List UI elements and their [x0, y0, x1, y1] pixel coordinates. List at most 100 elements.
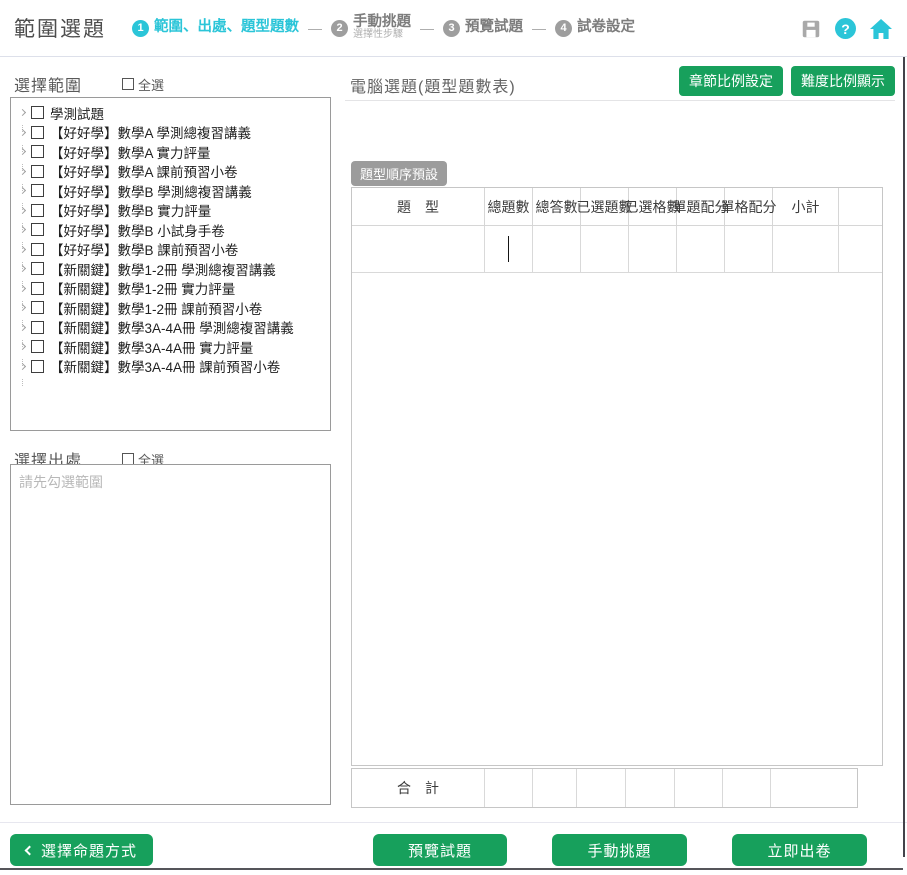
- table-input-cell[interactable]: [352, 226, 485, 273]
- step-badge: 3: [443, 20, 460, 37]
- home-icon[interactable]: [869, 18, 893, 40]
- tree-item-checkbox[interactable]: [31, 262, 44, 275]
- total-value-cell: [533, 769, 577, 807]
- tree-item-checkbox[interactable]: [31, 321, 44, 334]
- ratio-buttons: 章節比例設定 難度比例顯示: [679, 66, 895, 96]
- tree-item[interactable]: 【新關鍵】數學1-2冊 實力評量: [15, 279, 330, 299]
- range-section-header: 選擇範圍 全選: [14, 72, 164, 96]
- tree-item-checkbox[interactable]: [31, 165, 44, 178]
- table-header-cell: 總答數: [533, 188, 581, 226]
- preview-questions-button[interactable]: 預覽試題: [373, 834, 507, 866]
- table-input-cell[interactable]: [839, 226, 882, 273]
- tree-item[interactable]: 【好好學】數學A 學測總複習講義: [15, 123, 330, 143]
- expand-chevron-icon[interactable]: [15, 266, 30, 271]
- range-tree[interactable]: 學測試題【好好學】數學A 學測總複習講義【好好學】數學A 實力評量【好好學】數學…: [10, 97, 331, 431]
- tree-item[interactable]: 【好好學】數學B 實力評量: [15, 201, 330, 221]
- generate-exam-button[interactable]: 立即出卷: [732, 834, 867, 866]
- tree-item-label: 【新關鍵】數學3A-4A冊 課前預習小卷: [50, 356, 280, 376]
- tree-item[interactable]: 【好好學】數學B 小試身手卷: [15, 220, 330, 240]
- tree-item-checkbox[interactable]: [31, 223, 44, 236]
- tree-item-checkbox[interactable]: [31, 243, 44, 256]
- range-select-all-label[interactable]: 全選: [138, 75, 164, 94]
- tree-item-label: 【好好學】數學A 實力評量: [50, 142, 211, 162]
- back-to-method-button[interactable]: 選擇命題方式: [10, 834, 153, 866]
- tree-item[interactable]: 【好好學】數學A 實力評量: [15, 142, 330, 162]
- expand-chevron-icon[interactable]: [15, 247, 30, 252]
- expand-chevron-icon[interactable]: [15, 208, 30, 213]
- step-separator: —: [308, 20, 322, 36]
- tree-item[interactable]: 【新關鍵】數學1-2冊 課前預習小卷: [15, 298, 330, 318]
- step-3[interactable]: 3預覽試題: [443, 20, 523, 37]
- table-header-cell: [839, 188, 882, 226]
- manual-pick-button[interactable]: 手動挑題: [552, 834, 687, 866]
- step-4[interactable]: 4 試卷設定: [555, 20, 635, 37]
- table-input-cell[interactable]: [581, 226, 629, 273]
- tree-item[interactable]: 【好好學】數學B 學測總複習講義: [15, 181, 330, 201]
- expand-chevron-icon[interactable]: [15, 364, 30, 369]
- total-value-cell: [723, 769, 771, 807]
- expand-chevron-icon[interactable]: [15, 110, 30, 115]
- table-input-cell[interactable]: [629, 226, 677, 273]
- tree-item[interactable]: 【新關鍵】數學3A-4A冊 實力評量: [15, 337, 330, 357]
- step-badge: 4: [555, 20, 572, 37]
- tree-item-checkbox[interactable]: [31, 360, 44, 373]
- expand-chevron-icon[interactable]: [15, 305, 30, 310]
- tree-item-label: 學測試題: [50, 103, 104, 123]
- tree-item-checkbox[interactable]: [31, 340, 44, 353]
- header-icons: ?: [800, 0, 893, 57]
- table-total-row: 合 計: [351, 768, 858, 808]
- tree-item-checkbox[interactable]: [31, 126, 44, 139]
- total-value-cell: [626, 769, 675, 807]
- tree-item[interactable]: 【好好學】數學A 課前預習小卷: [15, 162, 330, 182]
- table-input-cell[interactable]: [725, 226, 773, 273]
- expand-chevron-icon[interactable]: [15, 227, 30, 232]
- tree-item-label: 【好好學】數學A 學測總複習講義: [50, 122, 251, 142]
- computer-select-title: 電腦選題(題型題數表): [350, 73, 516, 97]
- question-type-table: 題 型總題數總答數已選題數已選格數單題配分單格配分小計: [351, 187, 883, 766]
- tree-item[interactable]: 【好好學】數學B 課前預習小卷: [15, 240, 330, 260]
- step-1[interactable]: 1範圍、出處、題型題數: [132, 20, 299, 37]
- tree-item[interactable]: 【新關鍵】數學1-2冊 學測總複習講義: [15, 259, 330, 279]
- range-select-all-checkbox[interactable]: [122, 78, 134, 90]
- source-list-box[interactable]: 請先勾選範圍: [10, 464, 331, 805]
- tree-item-checkbox[interactable]: [31, 301, 44, 314]
- chapter-ratio-button[interactable]: 章節比例設定: [679, 66, 783, 96]
- tree-item[interactable]: 【新關鍵】數學3A-4A冊 課前預習小卷: [15, 357, 330, 377]
- step-label: 試卷設定: [577, 20, 635, 35]
- step-label: 範圍、出處、題型題數: [154, 20, 299, 35]
- tree-item-checkbox[interactable]: [31, 145, 44, 158]
- tree-item-checkbox[interactable]: [31, 282, 44, 295]
- tree-item[interactable]: 【新關鍵】數學3A-4A冊 學測總複習講義: [15, 318, 330, 338]
- tree-item-checkbox[interactable]: [31, 184, 44, 197]
- save-icon[interactable]: [800, 18, 822, 40]
- expand-chevron-icon[interactable]: [15, 286, 30, 291]
- total-value-cell: [485, 769, 533, 807]
- expand-chevron-icon[interactable]: [15, 188, 30, 193]
- app-header: 範圍選題 1範圍、出處、題型題數—2手動挑題選擇性步驟—3預覽試題—4試卷設定 …: [0, 0, 907, 57]
- total-label-cell: 合 計: [352, 769, 485, 807]
- tree-item-label: 【新關鍵】數學3A-4A冊 實力評量: [50, 337, 253, 357]
- expand-chevron-icon[interactable]: [15, 325, 30, 330]
- right-panel-divider: [345, 100, 895, 101]
- tree-item-checkbox[interactable]: [31, 204, 44, 217]
- expand-chevron-icon[interactable]: [15, 130, 30, 135]
- table-input-cell[interactable]: [533, 226, 581, 273]
- stepper: 1範圍、出處、題型題數—2手動挑題選擇性步驟—3預覽試題—4試卷設定: [132, 15, 635, 41]
- tree-item[interactable]: 學測試題: [15, 103, 330, 123]
- page-title: 範圍選題: [14, 13, 106, 43]
- tree-item-checkbox[interactable]: [31, 106, 44, 119]
- expand-chevron-icon[interactable]: [15, 149, 30, 154]
- tree-item-label: 【好好學】數學B 實力評量: [50, 200, 211, 220]
- step-2[interactable]: 2手動挑題選擇性步驟: [331, 15, 411, 41]
- tree-item-label: 【好好學】數學B 小試身手卷: [50, 220, 225, 240]
- help-icon[interactable]: ?: [835, 18, 856, 39]
- table-input-cell[interactable]: [485, 226, 533, 273]
- window-bottom-edge: [0, 868, 903, 870]
- question-order-preset-button[interactable]: 題型順序預設: [351, 161, 447, 186]
- expand-chevron-icon[interactable]: [15, 344, 30, 349]
- table-header-cell: 題 型: [352, 188, 485, 226]
- expand-chevron-icon[interactable]: [15, 169, 30, 174]
- table-input-cell[interactable]: [677, 226, 725, 273]
- difficulty-ratio-button[interactable]: 難度比例顯示: [791, 66, 895, 96]
- table-input-cell[interactable]: [773, 226, 839, 273]
